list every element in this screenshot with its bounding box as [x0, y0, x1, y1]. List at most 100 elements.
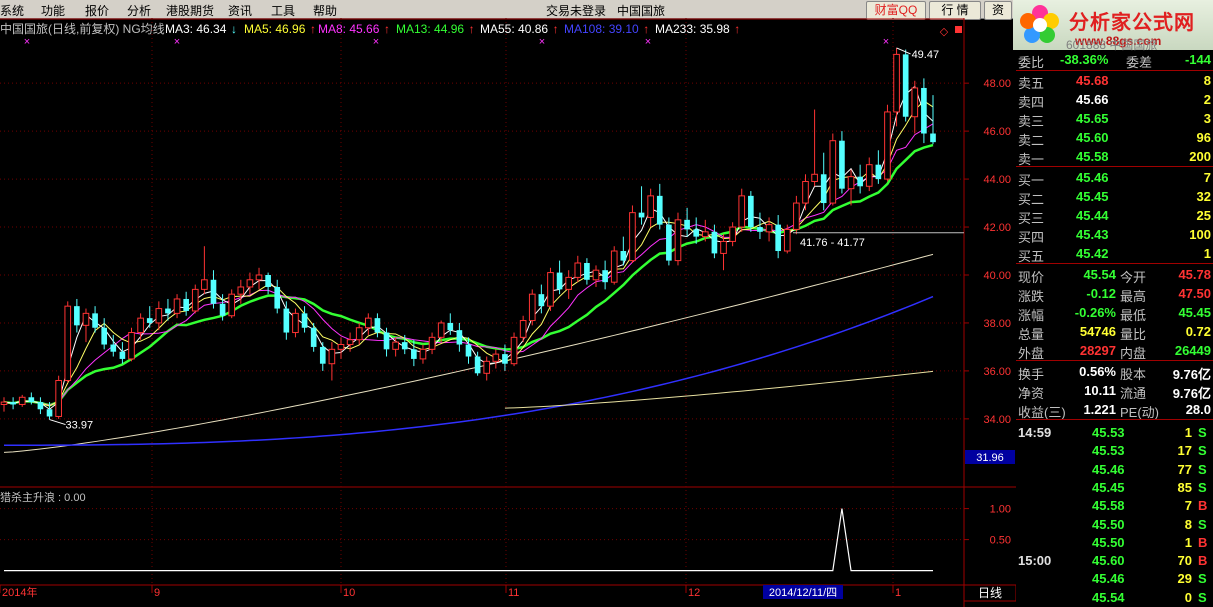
candle-body	[310, 327, 317, 347]
weicha-value: -144	[1184, 52, 1211, 67]
buy-volume: 7	[1203, 170, 1211, 185]
tick-row: 14:59 45.53 1 S	[1016, 423, 1213, 442]
legend-arrow: ↑	[643, 22, 649, 36]
tick-volume: 17	[1177, 443, 1192, 459]
quote-panel: 601888 中国国旅 委比 -38.36% 委差 -144 卖五 45.68 8 卖…	[1016, 38, 1213, 607]
candle-body	[921, 87, 927, 134]
candle-body	[884, 111, 891, 180]
menu-function[interactable]: 功能	[41, 2, 65, 19]
cursor-date: 2014/12/11/四	[769, 587, 837, 599]
candle-body	[10, 402, 16, 405]
candle-body	[610, 250, 618, 283]
legend-ma13: MA13: 44.96	[396, 22, 464, 36]
candle-body	[183, 298, 189, 311]
candle-body	[411, 349, 417, 359]
candle-body	[647, 195, 654, 218]
buy-row: 买五 45.42 1	[1016, 244, 1213, 264]
candle-body	[419, 348, 427, 360]
tick-side: B	[1198, 498, 1208, 514]
tick-price: 45.50	[1092, 534, 1125, 550]
webi-value: -38.36%	[1060, 52, 1109, 67]
candle-body	[137, 317, 144, 334]
tick-price: 45.46	[1092, 571, 1125, 587]
indicator-label: 猎杀主升浪 : 0.00	[0, 490, 86, 504]
candle-body	[629, 212, 636, 262]
legend-arrow: ↑	[734, 22, 740, 36]
candle-body	[456, 330, 463, 345]
y-tick-label: 48.00	[983, 78, 1011, 90]
sell-price: 45.60	[1076, 130, 1109, 145]
candle-body	[738, 195, 746, 228]
candle-body	[0, 401, 8, 405]
candle-body	[802, 180, 809, 204]
stat-row: 换手 0.56% 股本 9.76亿	[1016, 362, 1213, 382]
candle-body	[911, 87, 919, 118]
candle-body	[92, 313, 98, 328]
candle-body	[465, 344, 472, 357]
menu-system[interactable]: 系统	[0, 2, 24, 19]
menu-hk-futures[interactable]: 港股期货	[166, 2, 214, 19]
weicha-label: 委差	[1126, 55, 1153, 70]
high-pointer	[896, 47, 911, 55]
candle-body	[528, 293, 536, 322]
y-tick-label: 44.00	[983, 174, 1011, 186]
menu-news[interactable]: 资讯	[228, 2, 252, 19]
tick-row: 45.45 85 S	[1016, 478, 1213, 497]
tick-side: S	[1198, 425, 1207, 440]
buy-volume: 100	[1189, 227, 1211, 242]
candle-body	[64, 305, 72, 381]
candle-body	[839, 140, 845, 189]
tick-volume: 85	[1177, 479, 1192, 495]
candle-body	[584, 263, 590, 280]
candle-body	[811, 173, 818, 182]
sell-row: 卖一 45.58 200	[1016, 147, 1213, 167]
candle-body	[474, 356, 481, 374]
y-tick-label: 36.00	[983, 366, 1011, 378]
legend-ma108: MA108: 39.10	[564, 22, 639, 36]
buy-volume: 25	[1196, 208, 1211, 223]
menu-stock-name: 中国国旅	[617, 4, 666, 18]
candle-body	[265, 274, 271, 287]
menu-tools[interactable]: 工具	[271, 2, 295, 19]
top-marker: ×	[373, 36, 379, 48]
tick-volume: 8	[1184, 516, 1192, 532]
candle-body	[930, 133, 936, 143]
menu-analysis[interactable]: 分析	[127, 2, 151, 19]
candle-body	[538, 294, 545, 307]
candle-body	[684, 219, 690, 230]
candle-body	[620, 251, 627, 261]
menu-help[interactable]: 帮助	[313, 2, 337, 19]
candle-body	[492, 353, 500, 362]
top-marker: ×	[539, 36, 545, 48]
stat-row: 涨跌 -0.12 最高 47.50	[1016, 284, 1213, 304]
low-pointer	[49, 419, 66, 426]
candle-body	[237, 286, 245, 295]
tick-price: 45.60	[1092, 553, 1125, 569]
candle-body	[592, 269, 600, 281]
stat-row: 总量 54746 量比 0.72	[1016, 322, 1213, 342]
tick-price: 45.53	[1092, 443, 1125, 459]
candle-body	[574, 262, 582, 278]
buy-volume: 1	[1203, 246, 1211, 261]
x-tick-label: 11	[508, 587, 519, 599]
x-tick-label: 12	[688, 587, 700, 599]
candle-body	[502, 354, 508, 364]
candle-body	[829, 140, 837, 204]
y-tick-label: 34.00	[983, 414, 1011, 426]
tick-volume: 0	[1184, 589, 1192, 605]
candle-body	[556, 272, 563, 290]
candle-body	[55, 379, 62, 417]
tick-side: S	[1198, 443, 1207, 459]
divider	[1016, 166, 1213, 167]
candle-body	[748, 195, 754, 228]
candle-body	[902, 54, 909, 117]
stat-value: 10.11	[1084, 383, 1116, 398]
candle-body	[656, 195, 663, 225]
candle-body	[355, 327, 363, 341]
sell-row: 卖五 45.68 8	[1016, 71, 1213, 91]
login-status: 交易未登录	[546, 4, 607, 18]
candle-body	[82, 312, 90, 326]
menu-quote[interactable]: 报价	[85, 2, 109, 19]
tick-volume: 77	[1177, 461, 1192, 477]
sell-price: 45.68	[1076, 73, 1109, 88]
